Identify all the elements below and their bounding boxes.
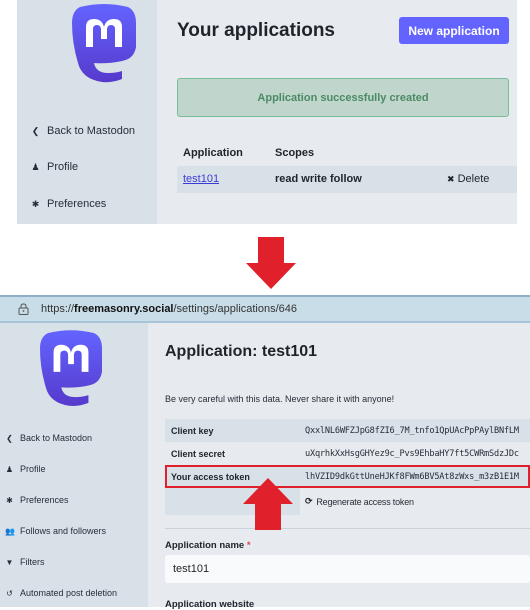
sidebar-item-automated-post-deletion[interactable]: ↺ Automated post deletion	[5, 588, 117, 598]
access-token-value[interactable]: lhVZID9dkGttUneHJKf8FWm6BV5At8zWxs_m3zB1…	[300, 465, 530, 488]
page-title: Your applications	[177, 20, 336, 41]
refresh-icon: ⟳	[305, 496, 313, 506]
divider	[165, 528, 530, 529]
column-header-application: Application	[183, 147, 243, 159]
sidebar-item-profile[interactable]: ♟ Profile	[31, 161, 78, 173]
url-prefix: https://	[41, 303, 75, 315]
sidebar-item-label: Preferences	[47, 198, 107, 210]
application-website-label: Application website	[165, 599, 255, 610]
sidebar-item-follows-and-followers[interactable]: 👥 Follows and followers	[5, 526, 106, 536]
new-application-button[interactable]: New application	[399, 17, 509, 44]
mastodon-logo[interactable]	[40, 329, 102, 407]
success-flash-message: Application successfully created	[177, 78, 509, 117]
application-name-input[interactable]: test101	[165, 555, 530, 583]
regenerate-row: ⟳ Regenerate access token	[165, 488, 530, 515]
history-icon: ↺	[6, 588, 13, 598]
sidebar: ❮ Back to Mastodon ♟ Profile ✱ Preferenc…	[17, 0, 157, 224]
sidebar-item-filters[interactable]: ▼ Filters	[5, 557, 45, 567]
client-secret-value[interactable]: uXqrhkXxHsgGHYez9c_Pvs9EhbaHY7ft5CWRmSdz…	[300, 442, 530, 465]
scopes-cell: read write follow	[275, 173, 362, 185]
mastodon-logo[interactable]	[72, 3, 136, 83]
gear-icon: ✱	[6, 495, 13, 505]
url-path: /settings/applications/646	[173, 303, 298, 315]
sidebar-item-preferences[interactable]: ✱ Preferences	[5, 495, 69, 505]
required-mark: *	[246, 540, 251, 551]
close-icon: ✖	[447, 174, 455, 184]
sidebar-item-back-to-mastodon[interactable]: ❮ Back to Mastodon	[31, 125, 135, 137]
application-detail-panel: ❮ Back to Mastodon ♟ Profile ✱ Preferenc…	[0, 323, 530, 610]
users-icon: 👥	[5, 526, 15, 536]
delete-label: Delete	[457, 173, 490, 185]
credentials-table: Client key QxxlNL6WFZJpG8fZI6_7M_tnfo1Qp…	[165, 419, 530, 515]
sidebar: ❮ Back to Mastodon ♟ Profile ✱ Preferenc…	[0, 323, 148, 607]
access-token-row: Your access token lhVZID9dkGttUneHJKf8FW…	[165, 465, 530, 488]
regenerate-access-token-button[interactable]: ⟳ Regenerate access token	[300, 488, 530, 515]
filter-icon: ▼	[5, 557, 14, 567]
sidebar-item-label: Filters	[20, 557, 45, 567]
sidebar-item-label: Profile	[47, 161, 79, 173]
url-input[interactable]: https://freemasonry.social/settings/appl…	[3, 299, 530, 319]
applications-list-panel: ❮ Back to Mastodon ♟ Profile ✱ Preferenc…	[17, 0, 517, 224]
sidebar-item-label: Follows and followers	[20, 526, 107, 536]
table-row: test101 read write follow ✖ Delete	[177, 166, 517, 193]
client-secret-label: Client secret	[171, 448, 226, 459]
label-text: Application name	[165, 540, 245, 551]
user-icon: ♟	[31, 161, 40, 172]
sidebar-item-label: Back to Mastodon	[47, 125, 136, 137]
client-key-label: Client key	[165, 419, 300, 442]
sidebar-item-preferences[interactable]: ✱ Preferences	[31, 198, 107, 210]
sidebar-item-back-to-mastodon[interactable]: ❮ Back to Mastodon	[5, 433, 92, 443]
chevron-left-icon: ❮	[6, 433, 13, 443]
sidebar-item-label: Profile	[20, 464, 46, 474]
sidebar-item-profile[interactable]: ♟ Profile	[5, 464, 46, 474]
page-title: Application: test101	[165, 343, 318, 360]
regenerate-label: Regenerate access token	[316, 496, 414, 507]
sidebar-item-label: Back to Mastodon	[20, 433, 93, 443]
client-key-row: Client key QxxlNL6WFZJpG8fZI6_7M_tnfo1Qp…	[165, 419, 530, 442]
sidebar-item-label: Automated post deletion	[20, 588, 118, 598]
client-key-value[interactable]: QxxlNL6WFZJpG8fZI6_7M_tnfo1QpUAcPpPAylBN…	[300, 419, 530, 442]
url-text: https://freemasonry.social/settings/appl…	[41, 303, 297, 315]
browser-address-bar: https://freemasonry.social/settings/appl…	[0, 295, 530, 323]
url-domain: freemasonry.social	[74, 303, 174, 315]
warning-text: Be very careful with this data. Never sh…	[165, 394, 395, 404]
delete-button[interactable]: ✖ Delete	[447, 173, 489, 185]
gear-icon: ✱	[31, 198, 40, 209]
client-secret-row: Client secret uXqrhkXxHsgGHYez9c_Pvs9Ehb…	[165, 442, 530, 465]
application-link[interactable]: test101	[183, 173, 219, 185]
column-header-scopes: Scopes	[275, 147, 315, 159]
user-icon: ♟	[5, 464, 14, 474]
arrow-up-icon	[243, 478, 293, 530]
application-name-label: Application name *	[165, 540, 251, 551]
lock-icon[interactable]	[17, 303, 29, 315]
chevron-left-icon: ❮	[31, 125, 40, 136]
sidebar-item-label: Preferences	[20, 495, 69, 505]
arrow-down-icon	[246, 237, 296, 289]
